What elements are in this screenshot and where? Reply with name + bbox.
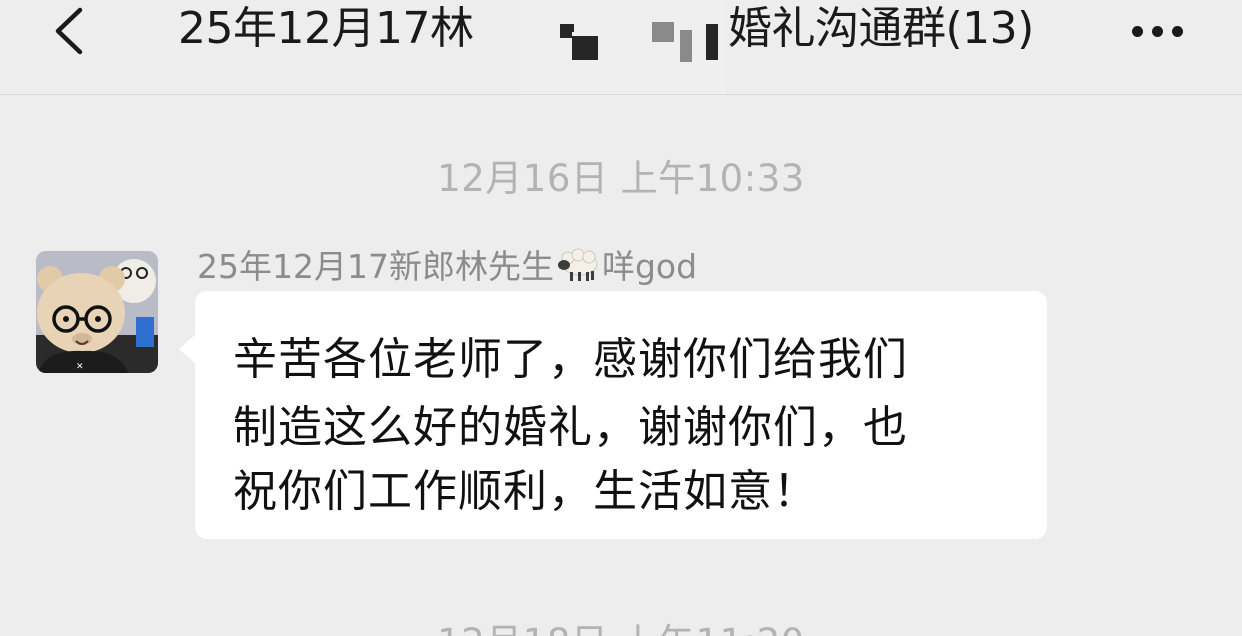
- more-dots-icon: [1152, 26, 1163, 37]
- message-timestamp: 12月18日 上午11:20: [0, 612, 1242, 636]
- sender-name: 25年12月17新郎林先生 咩god: [197, 240, 697, 292]
- group-title-prefix: 25年12月17林: [178, 3, 474, 54]
- sender-name-suffix: 咩god: [601, 247, 698, 286]
- redaction-mask: [520, 0, 726, 94]
- plush-bear-avatar-image: ✕: [36, 251, 158, 373]
- more-options-button[interactable]: [1118, 10, 1198, 50]
- chat-header: 25年12月17林 婚礼沟通群(13): [0, 0, 1242, 95]
- sender-avatar[interactable]: ✕: [36, 251, 158, 373]
- more-dots-icon: [1172, 26, 1183, 37]
- message-text-line: 制造这么好的婚礼，谢谢你们，也: [233, 402, 908, 453]
- chat-screen: 25年12月17林 婚礼沟通群(13) 12月16日 上午10:33 ✕ 25年…: [0, 0, 1242, 636]
- message-timestamp: 12月16日 上午10:33: [437, 157, 805, 200]
- back-button[interactable]: [28, 0, 108, 60]
- message-text-line: 祝你们工作顺利，生活如意！: [233, 466, 818, 517]
- group-title-suffix: 婚礼沟通群(13): [728, 3, 1034, 54]
- message-bubble[interactable]: 辛苦各位老师了，感谢你们给我们 制造这么好的婚礼，谢谢你们，也 祝你们工作顺利，…: [179, 291, 1047, 539]
- sheep-icon: [556, 248, 600, 292]
- message-text-line: 辛苦各位老师了，感谢你们给我们: [233, 334, 908, 385]
- chevron-left-icon: [55, 7, 83, 55]
- sender-name-prefix: 25年12月17新郎林先生: [197, 247, 554, 286]
- svg-text:✕: ✕: [76, 362, 84, 372]
- more-dots-icon: [1132, 26, 1143, 37]
